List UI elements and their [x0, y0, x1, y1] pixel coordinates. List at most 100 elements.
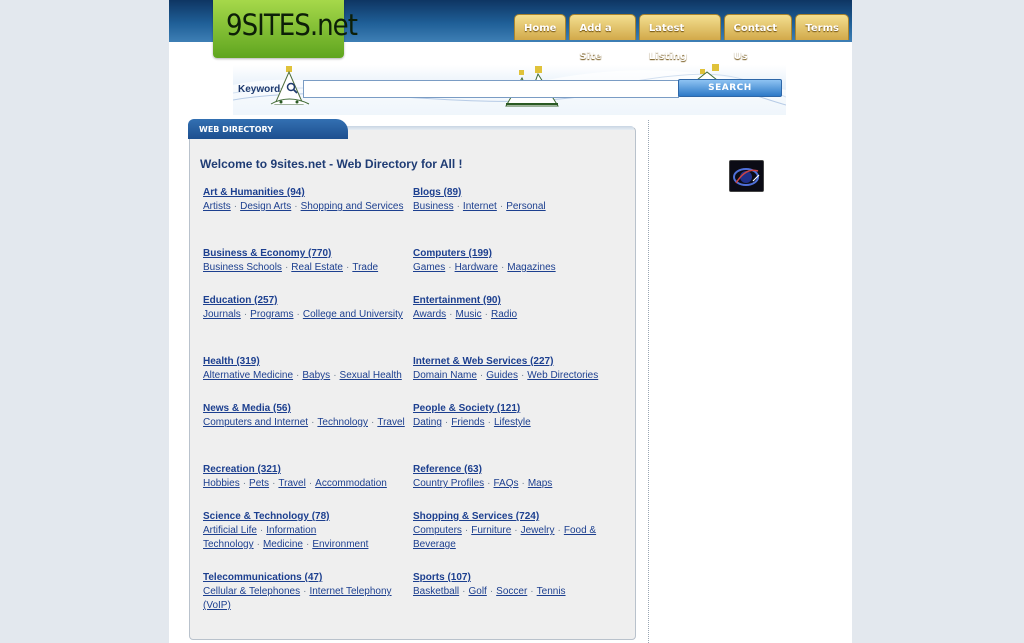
subcategory-link[interactable]: Artificial Life [203, 525, 257, 536]
subcategory-link[interactable]: Sexual Health [340, 370, 402, 381]
subcategory-list: Cellular & Telephones · Internet Telephony… [203, 585, 408, 613]
category-link[interactable]: Science & Technology (78) [203, 511, 330, 522]
subcategory-link[interactable]: Music [456, 309, 482, 320]
subcategory-link[interactable]: Soccer [496, 586, 527, 597]
search-button[interactable]: SEARCH [678, 79, 782, 97]
separator-dot: · [487, 417, 491, 428]
subcategory-link[interactable]: Programs [250, 309, 293, 320]
subcategory-link[interactable]: Lifestyle [494, 417, 531, 428]
subcategory-link[interactable]: Furniture [471, 525, 511, 536]
subcategory-link[interactable]: College and University [303, 309, 403, 320]
subcategory-link[interactable]: Awards [413, 309, 446, 320]
web-directory-tab: WEB DIRECTORY [188, 119, 348, 139]
site-logo[interactable]: 9SITES.net [213, 0, 358, 58]
separator-dot: · [521, 478, 525, 489]
subcategory-link[interactable]: Journals [203, 309, 241, 320]
subcategory-link[interactable]: Travel [278, 478, 305, 489]
separator-dot: · [294, 201, 298, 212]
separator-dot: · [345, 262, 350, 273]
subcategory-link[interactable]: FAQs [493, 478, 518, 489]
category-block: Internet & Web Services (227) Domain Name… [413, 355, 618, 383]
main-nav: Home Add a Site Latest Listing Contact U… [514, 14, 852, 62]
nav-terms[interactable]: Terms [795, 14, 849, 40]
category-link[interactable]: People & Society (121) [413, 403, 520, 414]
category-link[interactable]: Computers (199) [413, 248, 492, 259]
subcategory-link[interactable]: Babys [302, 370, 330, 381]
nav-contact-us[interactable]: Contact Us [723, 14, 793, 62]
subcategory-link[interactable]: Real Estate [291, 262, 343, 273]
subcategory-link[interactable]: Medicine [263, 539, 303, 550]
category-link[interactable]: Telecommunications (47) [203, 572, 322, 583]
subcategory-link[interactable]: Design Arts [240, 201, 291, 212]
subcategory-link[interactable]: Hardware [455, 262, 498, 273]
subcategory-list: Journals · Programs · College and University [203, 308, 408, 322]
category-link[interactable]: Internet & Web Services (227) [413, 356, 553, 367]
subcategory-link[interactable]: Jewelry [521, 525, 555, 536]
category-block: Business & Economy (770) Business Schools… [203, 247, 408, 275]
keyword-label: Keyword [238, 84, 281, 95]
subcategory-link[interactable]: Hobbies [203, 478, 240, 489]
separator-dot: · [484, 309, 488, 320]
subcategory-link[interactable]: Golf [468, 586, 486, 597]
subcategory-link[interactable]: Basketball [413, 586, 459, 597]
subcategory-link[interactable]: Alternative Medicine [203, 370, 293, 381]
category-link[interactable]: News & Media (56) [203, 403, 291, 414]
category-link[interactable]: Recreation (321) [203, 464, 281, 475]
subcategory-list: Artists · Design Arts · Shopping and Service… [203, 200, 408, 214]
category-link[interactable]: Health (319) [203, 356, 260, 367]
subcategory-link[interactable]: Country Profiles [413, 478, 484, 489]
subcategory-link[interactable]: Shopping and Services [301, 201, 404, 212]
subcategory-link[interactable]: Cellular & Telephones [203, 586, 300, 597]
subcategory-link[interactable]: Dating [413, 417, 442, 428]
category-block: Blogs (89) Business · Internet · Personal [413, 186, 618, 214]
category-link[interactable]: Entertainment (90) [413, 295, 501, 306]
separator-dot: · [284, 262, 289, 273]
subcategory-link[interactable]: Guides [486, 370, 518, 381]
separator-dot: · [456, 201, 460, 212]
subcategory-link[interactable]: Internet [463, 201, 497, 212]
category-link[interactable]: Blogs (89) [413, 187, 461, 198]
subcategory-link[interactable]: Pets [249, 478, 269, 489]
separator-dot: · [371, 417, 375, 428]
category-link[interactable]: Reference (63) [413, 464, 482, 475]
separator-dot: · [500, 262, 505, 273]
subcategory-link[interactable]: Radio [491, 309, 517, 320]
subcategory-list: Computers · Furniture · Jewelry · Food & Bever… [413, 524, 618, 552]
category-link[interactable]: Education (257) [203, 295, 277, 306]
separator-dot: · [303, 586, 307, 597]
category-link[interactable]: Shopping & Services (724) [413, 511, 539, 522]
subcategory-link[interactable]: Personal [506, 201, 545, 212]
category-link[interactable]: Business & Economy (770) [203, 248, 331, 259]
separator-dot: · [444, 417, 449, 428]
subcategory-link[interactable]: Maps [528, 478, 552, 489]
subcategory-link[interactable]: Tennis [537, 586, 566, 597]
subcategory-link[interactable]: Trade [352, 262, 378, 273]
space-badge-icon[interactable] [729, 160, 764, 192]
search-icon [286, 82, 298, 94]
subcategory-link[interactable]: Accommodation [315, 478, 387, 489]
subcategory-link[interactable]: Travel [377, 417, 404, 428]
subcategory-link[interactable]: Environment [312, 539, 368, 550]
subcategory-link[interactable]: Business [413, 201, 454, 212]
nav-add-a-site[interactable]: Add a Site [569, 14, 636, 62]
category-link[interactable]: Sports (107) [413, 572, 471, 583]
subcategory-link[interactable]: Technology [317, 417, 368, 428]
nav-latest-listing[interactable]: Latest Listing [638, 14, 721, 62]
subcategory-link[interactable]: Friends [451, 417, 484, 428]
separator-dot: · [296, 370, 300, 381]
category-block: News & Media (56) Computers and Internet ·… [203, 402, 408, 430]
category-link[interactable]: Art & Humanities (94) [203, 187, 305, 198]
separator-dot: · [479, 370, 484, 381]
subcategory-link[interactable]: Magazines [507, 262, 555, 273]
subcategory-link[interactable]: Web Directories [527, 370, 598, 381]
subcategory-link[interactable]: Computers [413, 525, 462, 536]
subcategory-link[interactable]: Domain Name [413, 370, 477, 381]
subcategory-link[interactable]: Games [413, 262, 445, 273]
category-block: Art & Humanities (94) Artists · Design Arts… [203, 186, 408, 214]
nav-home[interactable]: Home [514, 14, 567, 40]
subcategory-link[interactable]: Business Schools [203, 262, 282, 273]
subcategory-link[interactable]: Artists [203, 201, 231, 212]
subcategory-link[interactable]: Computers and Internet [203, 417, 308, 428]
keyword-search-input[interactable] [303, 80, 679, 98]
separator-dot: · [305, 539, 310, 550]
